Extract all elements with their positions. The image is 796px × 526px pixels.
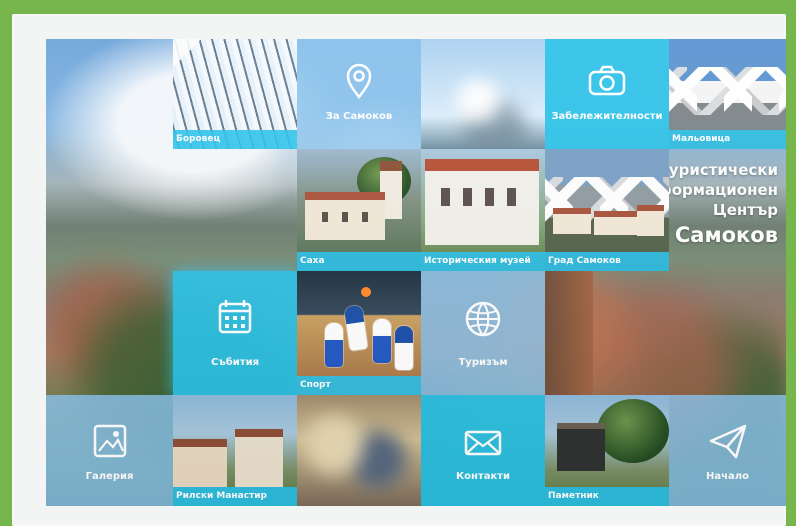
rila-monastery-caption: Рилски Манастир <box>173 487 297 506</box>
sakka-photo <box>297 149 421 271</box>
calendar-icon <box>211 293 259 341</box>
tree-icon <box>597 399 669 463</box>
window-icon <box>342 212 348 222</box>
tree-icon <box>357 157 411 205</box>
gallery-tile[interactable]: Галерия <box>46 395 173 506</box>
sport-tile[interactable]: Спорт <box>297 271 421 395</box>
globe-icon <box>459 295 507 343</box>
blurred-city-photo <box>297 395 421 506</box>
hero-title-line-1: Туристически <box>658 161 778 179</box>
camera-icon <box>583 57 631 105</box>
hero-title-line-2: Информационен <box>633 181 778 199</box>
hero-title: Туристически Информационен Център Град С… <box>588 160 778 248</box>
window-icon <box>507 188 516 206</box>
sport-photo <box>297 271 421 395</box>
house-icon <box>594 211 638 235</box>
monument-caption: Паметник <box>545 487 669 506</box>
rila-monastery-tile[interactable]: Рилски Манастир <box>173 395 297 506</box>
home-label: Начало <box>706 471 749 482</box>
window-icon <box>463 188 472 206</box>
house-icon <box>553 208 591 234</box>
basketball-player-icon <box>325 323 343 367</box>
church-tower-icon <box>380 161 402 219</box>
about-samokov-label: За Самоков <box>325 111 393 122</box>
city-samokov-photo <box>545 149 669 271</box>
malyovitsa-caption: Мальовица <box>669 130 786 149</box>
blurred-city-photo-tile <box>297 395 421 506</box>
contacts-tile[interactable]: Контакти <box>421 395 545 506</box>
basketball-player-icon <box>395 326 413 370</box>
malyovitsa-tile[interactable]: Мальовица <box>669 39 786 149</box>
sights-label: Забележителности <box>551 111 663 122</box>
sky-photo <box>421 39 545 149</box>
city-samokov-tile[interactable]: Град Самоков <box>545 149 669 271</box>
tourism-label: Туризъм <box>458 357 508 368</box>
home-tile[interactable]: Начало <box>669 395 786 506</box>
contacts-label: Контакти <box>455 471 511 482</box>
historical-museum-caption: Историческия музей <box>421 252 545 271</box>
historical-museum-tile[interactable]: Историческия музей <box>421 149 545 271</box>
borovets-photo <box>173 39 297 149</box>
sport-caption: Спорт <box>297 376 421 395</box>
borovets-tile[interactable]: Боровец <box>173 39 297 149</box>
monument-photo <box>545 395 669 506</box>
house-icon <box>637 205 664 236</box>
basketball-player-icon <box>373 319 391 363</box>
window-icon <box>362 212 368 222</box>
sakka-caption: Саха <box>297 252 421 271</box>
sights-tile[interactable]: Забележителности <box>545 39 669 149</box>
monastery-building-icon <box>173 439 227 487</box>
malyovitsa-photo <box>669 39 786 149</box>
hero-title-line-3: Център <box>712 201 778 219</box>
sakka-tile[interactable]: Саха <box>297 149 421 271</box>
tourism-tile[interactable]: Туризъм <box>421 271 545 395</box>
city-samokov-caption: Град Самоков <box>545 252 669 271</box>
mail-icon <box>459 419 507 467</box>
rila-monastery-photo <box>173 395 297 506</box>
tourist-center-mosaic: Туристически Информационен Център Град С… <box>46 39 786 506</box>
paper-plane-icon <box>704 417 752 465</box>
basketball-player-icon <box>344 304 368 352</box>
basketball-icon <box>361 287 371 297</box>
sky-photo-tile <box>421 39 545 149</box>
museum-building-icon <box>425 159 539 245</box>
house-icon <box>305 192 385 240</box>
monastery-building-icon <box>235 429 283 487</box>
window-icon <box>322 212 328 222</box>
image-icon <box>86 417 134 465</box>
location-pin-icon <box>335 57 383 105</box>
monument-tile[interactable]: Паметник <box>545 395 669 506</box>
historical-museum-photo <box>421 149 545 271</box>
events-tile[interactable]: Събития <box>173 271 297 395</box>
gallery-label: Галерия <box>85 471 134 482</box>
about-samokov-tile[interactable]: За Самоков <box>297 39 421 149</box>
window-icon <box>485 188 494 206</box>
monument-building-icon <box>557 423 605 471</box>
blurred-photo-strip <box>545 271 593 395</box>
events-label: Събития <box>210 357 260 368</box>
hero-city-name: Град Самоков <box>608 223 778 247</box>
borovets-caption: Боровец <box>173 130 297 149</box>
window-icon <box>441 188 450 206</box>
